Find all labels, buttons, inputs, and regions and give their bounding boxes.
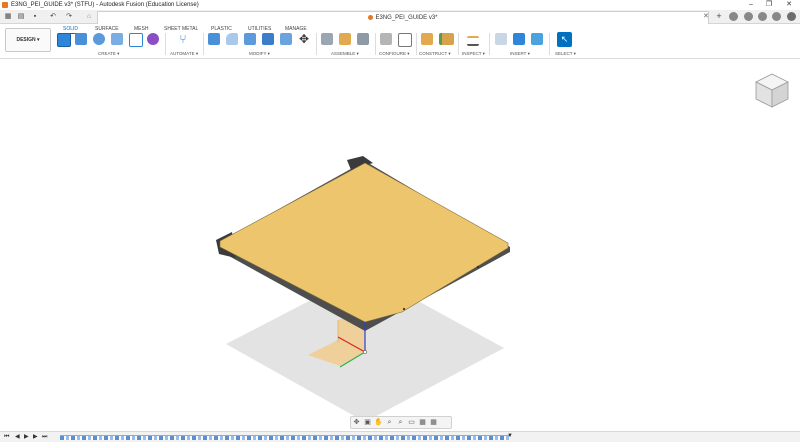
- timeline-marker[interactable]: ▼: [507, 433, 513, 439]
- plate-hole: [476, 265, 480, 269]
- timeline-first-icon[interactable]: ⏮: [4, 433, 9, 441]
- timeline-next-icon[interactable]: ▶: [33, 433, 38, 441]
- orbit-icon[interactable]: ✥: [351, 417, 362, 428]
- look-at-icon[interactable]: ▣: [362, 417, 373, 428]
- viewcube[interactable]: [752, 70, 792, 110]
- grid-settings-icon[interactable]: ▦: [417, 417, 428, 428]
- plate-hole: [402, 307, 406, 311]
- zoom-window-icon[interactable]: ⌕: [395, 417, 406, 428]
- model-scene: [216, 156, 510, 422]
- timeline-play-icon[interactable]: ▶: [24, 433, 29, 441]
- timeline-bar: ⏮ ◀ ▶ ▶ ⏭ ▼: [0, 431, 800, 442]
- timeline-features[interactable]: [60, 435, 510, 440]
- origin-point: [363, 350, 367, 354]
- zoom-icon[interactable]: ⌕: [384, 417, 395, 428]
- plate-top[interactable]: [219, 162, 509, 323]
- display-settings-icon[interactable]: ▭: [406, 417, 417, 428]
- timeline-last-icon[interactable]: ⏭: [42, 433, 47, 441]
- viewports-icon[interactable]: ▦: [428, 417, 439, 428]
- timeline-previous-icon[interactable]: ◀: [15, 433, 20, 441]
- navigation-bar: ✥ ▣ ✋ ⌕ ⌕ ▭ ▦ ▦: [350, 416, 452, 429]
- pan-icon[interactable]: ✋: [373, 417, 384, 428]
